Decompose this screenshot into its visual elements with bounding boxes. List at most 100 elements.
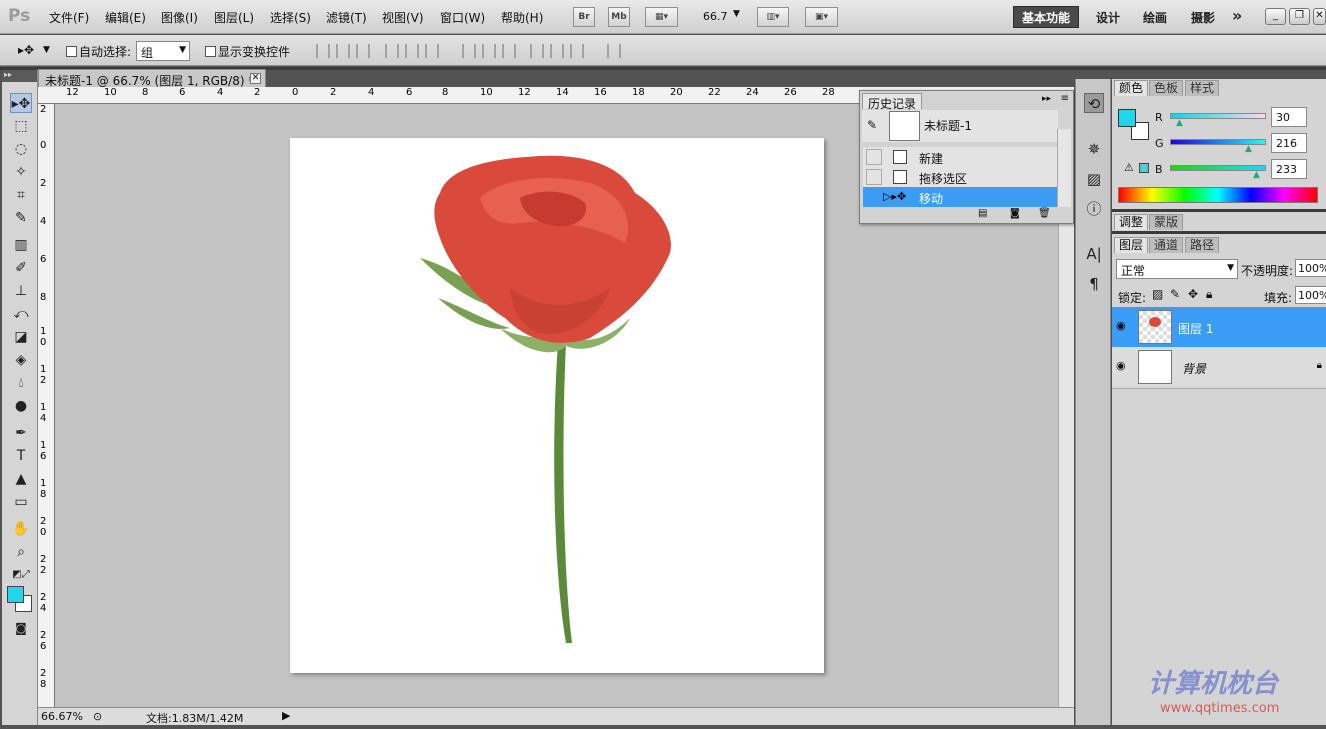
history-item[interactable]: 新建	[863, 147, 1057, 167]
navigator-icon[interactable]: ✵	[1084, 139, 1104, 159]
layer-row[interactable]: ◉ 背景 🔒︎	[1112, 347, 1326, 387]
bridge-button[interactable]: Br	[573, 7, 595, 27]
checkbox-icon[interactable]	[66, 46, 77, 57]
menu-window[interactable]: 窗口(W)	[440, 9, 485, 26]
chevron-down-icon[interactable]: ▼	[43, 45, 50, 55]
close-button[interactable]: ✕	[1313, 8, 1326, 25]
distribute-hcenter-icon[interactable]	[550, 44, 564, 58]
crop-tool-icon[interactable]: ⌗	[10, 185, 32, 205]
menu-filter[interactable]: 滤镜(T)	[326, 9, 367, 26]
menu-help[interactable]: 帮助(H)	[501, 9, 543, 26]
brush-source-icon[interactable]: ✎	[867, 118, 877, 132]
quick-select-tool-icon[interactable]: ✧	[10, 162, 32, 182]
layer-name[interactable]: 背景	[1182, 360, 1206, 377]
workspace-painting[interactable]: 绘画	[1143, 9, 1167, 26]
history-item-active[interactable]: ▷▸✥ 移动	[863, 187, 1057, 207]
collapse-icon[interactable]: ▸▸	[2, 70, 37, 82]
distribute-left-icon[interactable]	[530, 44, 544, 58]
menu-image[interactable]: 图像(I)	[161, 9, 198, 26]
tab-layers[interactable]: 图层	[1114, 237, 1149, 253]
lasso-tool-icon[interactable]: ◌	[10, 139, 32, 159]
auto-select-checkbox[interactable]: 自动选择:	[66, 43, 131, 60]
tab-paths[interactable]: 路径	[1185, 237, 1220, 253]
layer-name[interactable]: 图层 1	[1178, 320, 1213, 337]
workspace-photography[interactable]: 摄影	[1191, 9, 1215, 26]
source-checkbox[interactable]	[866, 149, 882, 165]
tab-masks[interactable]: 蒙版	[1149, 214, 1184, 230]
panel-menu-icon[interactable]: ≡	[1061, 93, 1069, 104]
checkbox-icon[interactable]	[205, 46, 216, 57]
histogram-icon[interactable]: ▨	[1084, 169, 1104, 189]
info-icon[interactable]: ⊙	[93, 710, 102, 723]
lock-position-icon[interactable]: ✥	[1188, 287, 1198, 301]
auto-align-icon[interactable]	[607, 44, 621, 58]
b-slider[interactable]	[1170, 165, 1266, 171]
g-value[interactable]: 216	[1271, 133, 1307, 153]
collapse-icon[interactable]: ▸▸	[1042, 94, 1051, 104]
snapshot-row[interactable]: ✎ 未标题-1	[862, 110, 1058, 142]
new-document-icon[interactable]: ▤	[978, 208, 987, 219]
align-hcenter-icon[interactable]	[405, 44, 419, 58]
brush-tool-icon[interactable]: ✐	[10, 258, 32, 278]
slider-handle-icon[interactable]: ▲	[1245, 144, 1252, 154]
align-vcenter-icon[interactable]	[336, 44, 350, 58]
eraser-tool-icon[interactable]: ◪	[10, 327, 32, 347]
blur-tool-icon[interactable]: 💧︎	[10, 373, 32, 393]
r-value[interactable]: 30	[1271, 107, 1307, 127]
paragraph-icon[interactable]: ¶	[1084, 274, 1104, 294]
info-icon[interactable]: ⓘ	[1084, 199, 1104, 219]
chevron-down-icon[interactable]: ▼	[733, 9, 740, 19]
document-tab[interactable]: 未标题-1 @ 66.7% (图层 1, RGB/8) * ✕	[38, 69, 266, 88]
align-top-icon[interactable]	[316, 44, 330, 58]
menu-file[interactable]: 文件(F)	[49, 9, 89, 26]
source-checkbox[interactable]	[866, 169, 882, 185]
align-bottom-icon[interactable]	[356, 44, 370, 58]
shape-tool-icon[interactable]: ▭	[10, 492, 32, 512]
distribute-bottom-icon[interactable]	[502, 44, 516, 58]
show-transform-checkbox[interactable]: 显示变换控件	[205, 43, 290, 60]
tab-adjustments[interactable]: 调整	[1114, 214, 1149, 230]
distribute-top-icon[interactable]	[462, 44, 476, 58]
blend-mode-select[interactable]: 正常 ▼	[1116, 259, 1238, 279]
align-right-icon[interactable]	[425, 44, 439, 58]
move-tool-icon[interactable]: ▸✥	[10, 93, 32, 113]
history-scrollbar[interactable]	[1057, 129, 1071, 207]
align-left-icon[interactable]	[385, 44, 399, 58]
marquee-tool-icon[interactable]: ⬚	[10, 116, 32, 136]
close-icon[interactable]: ✕	[250, 73, 261, 84]
screen-mode-button[interactable]: ▣▾	[805, 7, 838, 27]
restore-button[interactable]: ❐	[1289, 8, 1310, 25]
history-brush-tool-icon[interactable]: ⤺	[10, 304, 32, 324]
minimize-button[interactable]: _	[1265, 8, 1286, 25]
clone-stamp-tool-icon[interactable]: ⊥	[10, 281, 32, 301]
tab-color[interactable]: 颜色	[1114, 80, 1149, 96]
paint-bucket-tool-icon[interactable]: ◈	[10, 350, 32, 370]
trash-icon[interactable]: 🗑︎	[1038, 208, 1051, 219]
menu-view[interactable]: 视图(V)	[382, 9, 424, 26]
distribute-vcenter-icon[interactable]	[482, 44, 496, 58]
camera-icon[interactable]: ◙	[1010, 208, 1020, 219]
history-tab[interactable]: 历史记录	[862, 93, 923, 111]
mini-bridge-button[interactable]: Mb	[608, 7, 630, 27]
type-tool-icon[interactable]: T	[10, 446, 32, 466]
slider-handle-icon[interactable]: ▲	[1176, 118, 1183, 128]
workspace-essentials[interactable]: 基本功能	[1013, 6, 1079, 28]
color-spectrum-bar[interactable]	[1118, 187, 1318, 203]
swap-colors-icon[interactable]: ◩⤢	[10, 565, 32, 585]
dodge-tool-icon[interactable]: ●	[10, 396, 32, 416]
gamut-swatch[interactable]	[1139, 163, 1149, 173]
layer-row-selected[interactable]: ◉ 图层 1	[1112, 307, 1326, 347]
character-icon[interactable]: A|	[1084, 244, 1104, 264]
view-extras-button[interactable]: ▦▾	[645, 7, 678, 27]
menu-select[interactable]: 选择(S)	[270, 9, 311, 26]
menu-edit[interactable]: 编辑(E)	[105, 9, 146, 26]
visibility-eye-icon[interactable]: ◉	[1116, 319, 1126, 332]
workspace-design[interactable]: 设计	[1096, 9, 1120, 26]
lock-pixels-icon[interactable]: ✎	[1170, 287, 1180, 301]
status-zoom[interactable]: 66.67%	[41, 710, 83, 723]
visibility-eye-icon[interactable]: ◉	[1116, 359, 1126, 372]
auto-select-target[interactable]: 组 ▼	[136, 41, 190, 61]
warning-icon[interactable]: ⚠	[1124, 161, 1134, 174]
pen-tool-icon[interactable]: ✒	[10, 423, 32, 443]
tab-styles[interactable]: 样式	[1185, 80, 1220, 96]
